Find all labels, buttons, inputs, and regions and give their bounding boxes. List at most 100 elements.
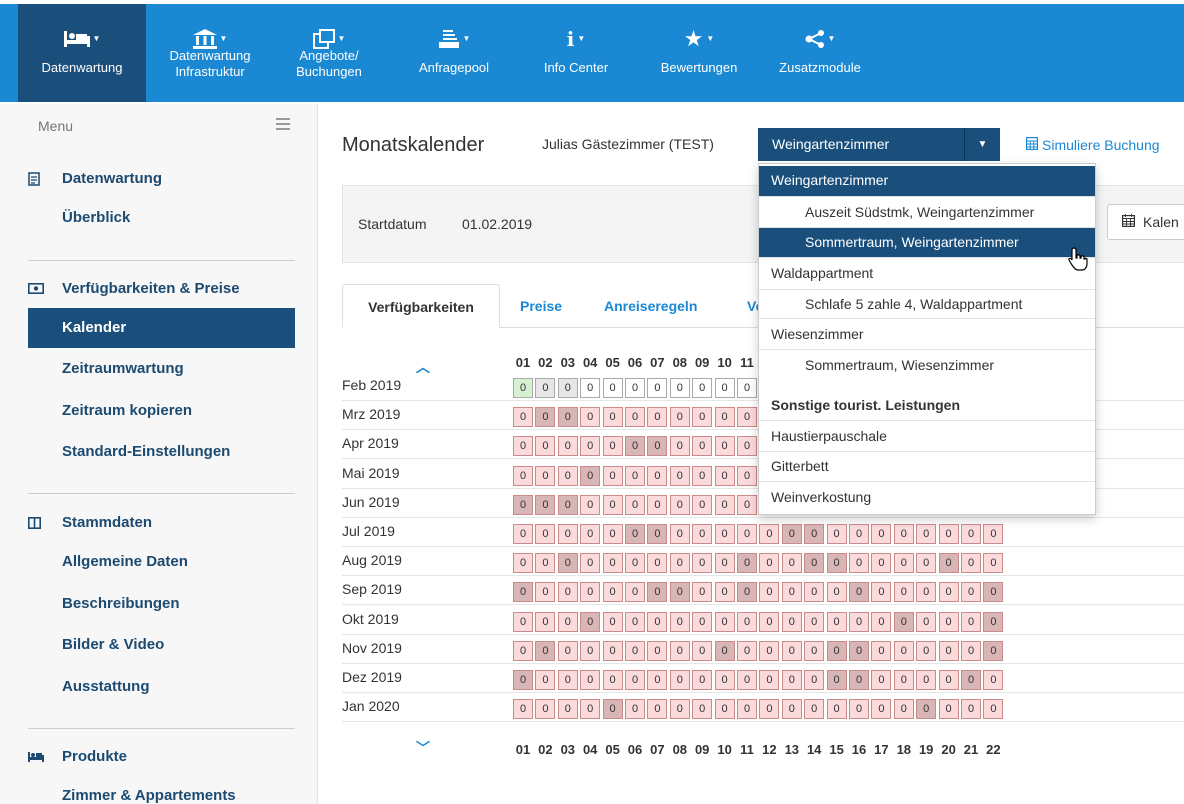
availability-cell[interactable]: 0	[647, 611, 668, 632]
availability-cell[interactable]: 0	[669, 582, 690, 603]
nav-datenwartung[interactable]: ▼ Datenwartung	[18, 4, 146, 102]
sidebar-item-zeitraumwartung[interactable]: Zeitraumwartung	[62, 360, 184, 377]
availability-cell[interactable]: 0	[714, 494, 735, 515]
availability-cell[interactable]: 0	[849, 582, 869, 603]
availability-cell[interactable]: 0	[804, 524, 825, 544]
availability-cell[interactable]: 0	[580, 582, 601, 603]
availability-cell[interactable]: 0	[714, 436, 735, 457]
availability-cell[interactable]: 0	[647, 582, 668, 603]
chevron-down-icon[interactable]: ﹀	[416, 738, 430, 758]
sidebar-item-zimmer-appartements[interactable]: Zimmer & Appartements	[62, 787, 236, 804]
dropdown-option[interactable]: Gitterbett	[759, 451, 1095, 481]
availability-cell[interactable]: 0	[983, 582, 1004, 603]
availability-cell[interactable]: 0	[938, 582, 959, 603]
availability-cell[interactable]: 0	[714, 699, 735, 720]
availability-cell[interactable]: 0	[602, 465, 623, 486]
availability-cell[interactable]: 0	[602, 553, 623, 574]
availability-cell[interactable]: 0	[625, 494, 645, 515]
availability-cell[interactable]: 0	[759, 524, 780, 544]
availability-cell[interactable]: 0	[826, 611, 847, 632]
availability-cell[interactable]: 0	[849, 553, 869, 574]
availability-cell[interactable]: 0	[714, 524, 735, 544]
availability-cell[interactable]: 0	[781, 524, 802, 544]
availability-cell[interactable]: 0	[580, 611, 601, 632]
availability-cell[interactable]: 0	[871, 670, 892, 690]
availability-cell[interactable]: 0	[871, 524, 892, 544]
availability-cell[interactable]: 0	[781, 582, 802, 603]
availability-cell[interactable]: 0	[557, 465, 578, 486]
availability-cell[interactable]: 0	[647, 670, 668, 690]
availability-cell[interactable]: 0	[513, 407, 533, 428]
caret-down-icon[interactable]: ▼	[964, 128, 1000, 161]
availability-cell[interactable]: 0	[737, 670, 757, 690]
availability-cell[interactable]: 0	[692, 640, 713, 661]
availability-cell[interactable]: 0	[647, 436, 668, 457]
simulate-booking-link[interactable]: Simuliere Buchung	[1026, 137, 1160, 153]
availability-cell[interactable]: 0	[669, 465, 690, 486]
availability-cell[interactable]: 0	[669, 494, 690, 515]
availability-cell[interactable]: 0	[714, 611, 735, 632]
availability-cell[interactable]: 0	[669, 640, 690, 661]
availability-cell[interactable]: 0	[826, 699, 847, 720]
availability-cell[interactable]: 0	[849, 611, 869, 632]
availability-cell[interactable]: 0	[535, 553, 556, 574]
dropdown-option[interactable]: Haustierpauschale	[759, 420, 1095, 451]
availability-cell[interactable]: 0	[557, 699, 578, 720]
availability-cell[interactable]: 0	[602, 699, 623, 720]
availability-cell[interactable]: 0	[692, 553, 713, 574]
availability-cell[interactable]: 0	[714, 378, 735, 398]
availability-cell[interactable]: 0	[938, 670, 959, 690]
availability-cell[interactable]: 0	[804, 670, 825, 690]
availability-cell[interactable]: 0	[714, 465, 735, 486]
availability-cell[interactable]: 0	[737, 465, 757, 486]
availability-cell[interactable]: 0	[938, 553, 959, 574]
availability-cell[interactable]: 0	[692, 378, 713, 398]
calendar-button[interactable]: Kalen	[1107, 204, 1184, 240]
sidebar-item-allgemeine-daten[interactable]: Allgemeine Daten	[62, 553, 188, 570]
chevron-up-icon[interactable]: ︿	[416, 357, 430, 377]
availability-cell[interactable]: 0	[781, 670, 802, 690]
sidebar-item-kalender[interactable]: Kalender	[28, 308, 295, 348]
availability-cell[interactable]: 0	[961, 670, 981, 690]
availability-cell[interactable]: 0	[938, 640, 959, 661]
availability-cell[interactable]: 0	[557, 378, 578, 398]
availability-cell[interactable]: 0	[692, 465, 713, 486]
availability-cell[interactable]: 0	[737, 524, 757, 544]
availability-cell[interactable]: 0	[602, 436, 623, 457]
availability-cell[interactable]: 0	[692, 699, 713, 720]
availability-cell[interactable]: 0	[602, 407, 623, 428]
availability-cell[interactable]: 0	[692, 407, 713, 428]
availability-cell[interactable]: 0	[983, 670, 1004, 690]
availability-cell[interactable]: 0	[602, 494, 623, 515]
availability-cell[interactable]: 0	[893, 640, 914, 661]
tab-preise[interactable]: Preise	[520, 284, 562, 328]
sidebar-item-ueberblick[interactable]: Überblick	[62, 209, 130, 226]
availability-cell[interactable]: 0	[535, 465, 556, 486]
availability-cell[interactable]: 0	[759, 553, 780, 574]
dropdown-option[interactable]: Waldappartment	[759, 257, 1095, 288]
availability-cell[interactable]: 0	[625, 465, 645, 486]
availability-cell[interactable]: 0	[759, 670, 780, 690]
availability-cell[interactable]: 0	[513, 465, 533, 486]
availability-cell[interactable]: 0	[625, 436, 645, 457]
availability-cell[interactable]: 0	[513, 670, 533, 690]
availability-cell[interactable]: 0	[893, 553, 914, 574]
availability-cell[interactable]: 0	[692, 494, 713, 515]
sidebar-item-beschreibungen[interactable]: Beschreibungen	[62, 595, 180, 612]
availability-cell[interactable]: 0	[871, 582, 892, 603]
availability-cell[interactable]: 0	[669, 407, 690, 428]
availability-cell[interactable]: 0	[938, 611, 959, 632]
availability-cell[interactable]: 0	[647, 699, 668, 720]
availability-cell[interactable]: 0	[737, 378, 757, 398]
availability-cell[interactable]: 0	[535, 582, 556, 603]
availability-cell[interactable]: 0	[804, 611, 825, 632]
availability-cell[interactable]: 0	[580, 436, 601, 457]
dropdown-option[interactable]: Sommertraum, Weingartenzimmer	[759, 227, 1095, 257]
availability-cell[interactable]: 0	[893, 524, 914, 544]
availability-cell[interactable]: 0	[826, 524, 847, 544]
availability-cell[interactable]: 0	[714, 407, 735, 428]
availability-cell[interactable]: 0	[737, 611, 757, 632]
availability-cell[interactable]: 0	[714, 640, 735, 661]
availability-cell[interactable]: 0	[759, 582, 780, 603]
nav-datenwartung-infrastruktur[interactable]: ▼ Datenwartung Infrastruktur	[152, 4, 268, 102]
